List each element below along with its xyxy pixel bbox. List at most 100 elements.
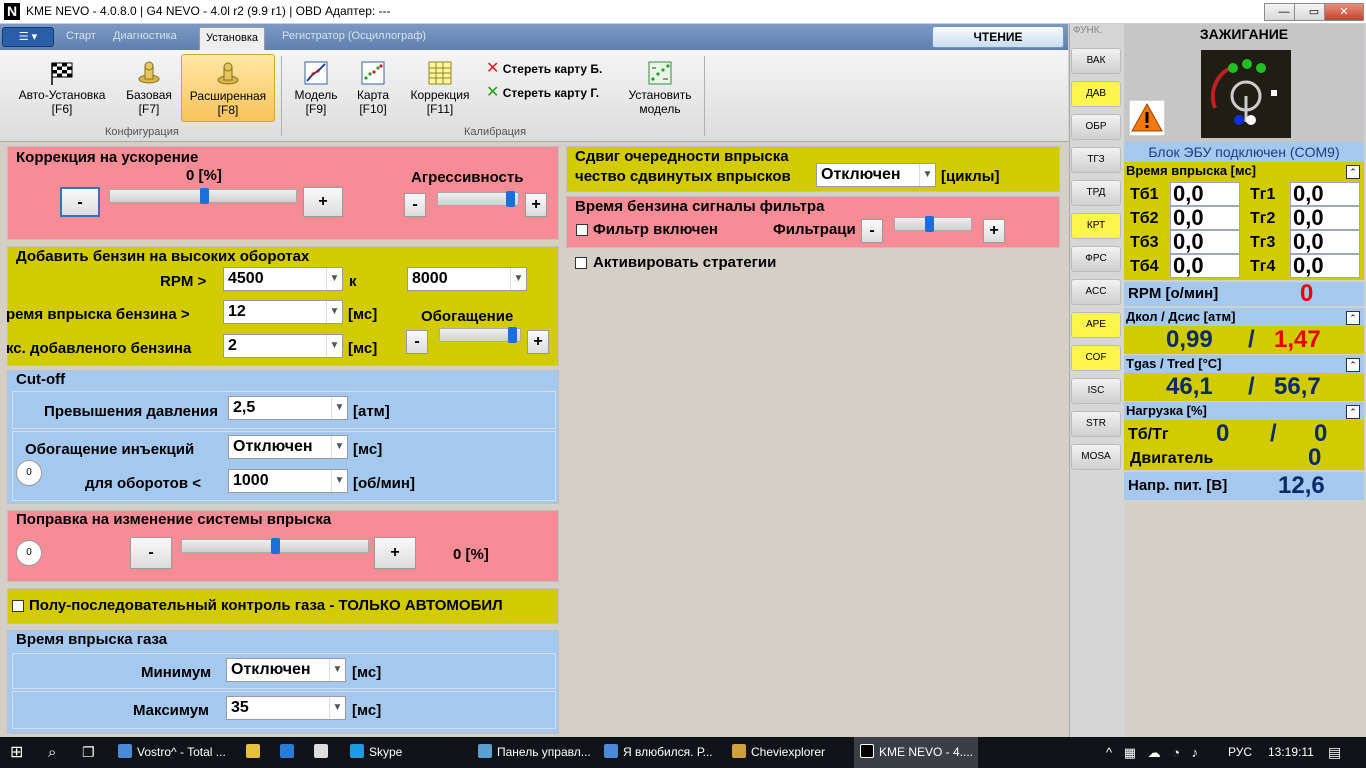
enrich-plus-button[interactable]: +: [527, 330, 549, 354]
activate-strategies-checkbox[interactable]: [575, 257, 587, 269]
enrich-minus-button[interactable]: -: [406, 330, 428, 354]
cutoff-pressure-combo[interactable]: 2,5 ▼: [228, 396, 348, 420]
taskbar-item-cheviexplorer[interactable]: Cheviexplorer: [726, 737, 850, 768]
task-view-icon[interactable]: ❐: [76, 737, 106, 768]
inj-time-block: Время впрыска [мс] ⌃ Тб1 0,0 Тг1 0,0 Тб2…: [1124, 162, 1364, 280]
side-button-trd[interactable]: ТРД: [1071, 180, 1121, 206]
tg2-label: Тг2: [1250, 210, 1276, 227]
accel-plus-button[interactable]: +: [303, 187, 343, 217]
side-button-str[interactable]: STR: [1071, 411, 1121, 437]
model-button[interactable]: Модель [F9]: [287, 54, 345, 120]
temperature-collapse-icon[interactable]: ⌃: [1346, 358, 1360, 372]
rpm-from-combo[interactable]: 4500 ▼: [223, 267, 343, 291]
taskbar-item-skype[interactable]: Skype: [344, 737, 424, 768]
close-button[interactable]: ✕: [1324, 3, 1364, 21]
taskbar-item-edge[interactable]: [274, 737, 306, 768]
rpm-to-combo[interactable]: 8000 ▼: [407, 267, 527, 291]
filter-enabled-checkbox[interactable]: [576, 224, 588, 236]
side-button-acc[interactable]: АСС: [1071, 279, 1121, 305]
tab-diagnostics[interactable]: Диагностика: [113, 30, 177, 42]
tab-installation[interactable]: Установка: [199, 27, 265, 50]
inj-shift-combo[interactable]: Отключен ▼: [816, 163, 936, 187]
filter-minus-button[interactable]: -: [861, 219, 883, 243]
side-button-vak[interactable]: ВАК: [1071, 48, 1121, 74]
correction-button[interactable]: Коррекция [F11]: [403, 54, 477, 120]
gas-max-combo[interactable]: 35 ▼: [226, 696, 346, 720]
inj-time-collapse-icon[interactable]: ⌃: [1346, 165, 1360, 179]
app-menu-button[interactable]: ☰ ▾: [2, 27, 54, 47]
side-button-mosa[interactable]: MOSA: [1071, 444, 1121, 470]
chevron-down-icon: ▼: [331, 436, 347, 458]
read-button[interactable]: ЧТЕНИЕ: [932, 26, 1064, 48]
erase-map-g-button[interactable]: ✕ Стереть карту Г.: [486, 82, 599, 102]
inj-system-slider-thumb[interactable]: [271, 538, 280, 554]
kme-icon: [860, 744, 874, 758]
cutoff-panel: Cut-off Превышения давления 2,5 ▼ [атм] О…: [7, 370, 559, 504]
taskbar-item-explorer[interactable]: [240, 737, 272, 768]
tg4-label: Тг4: [1250, 258, 1276, 275]
aggr-plus-button[interactable]: +: [525, 193, 547, 217]
extended-button[interactable]: Расширенная [F8]: [181, 54, 275, 122]
accel-correction-panel: Коррекция на ускорение 0 [%] - + Агресси…: [7, 146, 559, 240]
tab-start[interactable]: Старт: [66, 30, 96, 42]
side-button-cof[interactable]: COF: [1071, 345, 1121, 371]
cutoff-pressure-unit: [атм]: [353, 403, 390, 420]
taskbar-item-browser[interactable]: Я влюбился. Р...: [598, 737, 722, 768]
pressure-collapse-icon[interactable]: ⌃: [1346, 311, 1360, 325]
map-label: Карта: [356, 88, 390, 102]
max-added-fuel-unit: [мс]: [348, 340, 378, 357]
aggr-minus-button[interactable]: -: [404, 193, 426, 217]
gas-min-combo[interactable]: Отключен ▼: [226, 658, 346, 682]
side-button-frs[interactable]: ФРС: [1071, 246, 1121, 272]
tb3-value: 0,0: [1170, 230, 1240, 254]
side-button-isc[interactable]: ISC: [1071, 378, 1121, 404]
inj-system-plus-button[interactable]: +: [374, 537, 416, 569]
cutoff-enrich-combo[interactable]: Отключен ▼: [228, 435, 348, 459]
map-button[interactable]: Карта [F10]: [349, 54, 397, 120]
taskbar-item-kme[interactable]: KME NEVO - 4....: [854, 737, 978, 768]
accel-minus-button[interactable]: -: [60, 187, 100, 217]
inj-time-combo[interactable]: 12 ▼: [223, 300, 343, 324]
inj-system-minus-button[interactable]: -: [130, 537, 172, 569]
ignition-title: ЗАЖИГАНИЕ: [1199, 26, 1289, 42]
taskbar-item-store[interactable]: [308, 737, 340, 768]
chevron-down-icon: ▼: [326, 335, 342, 357]
side-button-krt[interactable]: КРТ: [1071, 213, 1121, 239]
erase-map-b-button[interactable]: ✕ Стереть карту Б.: [486, 58, 602, 78]
cutoff-rpm-combo[interactable]: 1000 ▼: [228, 469, 348, 493]
cutoff-pressure-label: Превышения давления: [44, 403, 218, 420]
tray-icons[interactable]: ^ ▦ ☁ ◔ ♪: [1100, 737, 1220, 768]
taskbar-item-control-panel[interactable]: Панель управл...: [472, 737, 596, 768]
accel-slider-thumb[interactable]: [200, 188, 209, 204]
inj-shift-unit: [циклы]: [941, 168, 1000, 185]
inj-shift-panel: Сдвиг очередности впрыска чество сдвинут…: [566, 146, 1060, 192]
max-added-fuel-value: 2: [228, 337, 237, 354]
tab-recorder[interactable]: Регистратор (Осциллограф): [282, 30, 426, 42]
rpm-readout-label: RPM [о/мин]: [1128, 285, 1219, 302]
side-button-tgz[interactable]: ТГЗ: [1071, 147, 1121, 173]
load-collapse-icon[interactable]: ⌃: [1346, 405, 1360, 419]
tg1-label: Тг1: [1250, 186, 1276, 203]
windows-start-icon[interactable]: ⊞: [4, 737, 40, 768]
side-button-obr[interactable]: ОБР: [1071, 114, 1121, 140]
aggr-slider-thumb[interactable]: [506, 191, 515, 207]
taskbar-item-label: Skype: [369, 745, 403, 759]
taskbar-item-vostro[interactable]: Vostro^ - Total ...: [112, 737, 238, 768]
filter-slider-thumb[interactable]: [925, 216, 934, 232]
chevron-down-icon: ▼: [326, 268, 342, 290]
semi-sequential-checkbox[interactable]: [12, 600, 24, 612]
basic-button[interactable]: Базовая [F7]: [120, 54, 178, 120]
side-button-dav[interactable]: ДАВ: [1071, 81, 1121, 107]
auto-install-button[interactable]: Авто-Установка [F6]: [6, 54, 118, 120]
side-button-ape[interactable]: АРЕ: [1071, 312, 1121, 338]
notifications-icon[interactable]: ▤: [1322, 737, 1362, 768]
filter-plus-button[interactable]: +: [983, 219, 1005, 243]
max-added-fuel-combo[interactable]: 2 ▼: [223, 334, 343, 358]
search-icon[interactable]: ⌕: [42, 737, 72, 768]
set-model-button[interactable]: Установить модель: [622, 54, 698, 120]
language-indicator[interactable]: РУС: [1222, 737, 1262, 768]
enrich-slider-thumb[interactable]: [508, 327, 517, 343]
clock[interactable]: 13:19:11: [1262, 737, 1322, 768]
semi-sequential-label: Полу-последовательный контроль газа - ТО…: [29, 597, 503, 614]
rpm-block: RPM [о/мин] 0: [1124, 280, 1364, 307]
